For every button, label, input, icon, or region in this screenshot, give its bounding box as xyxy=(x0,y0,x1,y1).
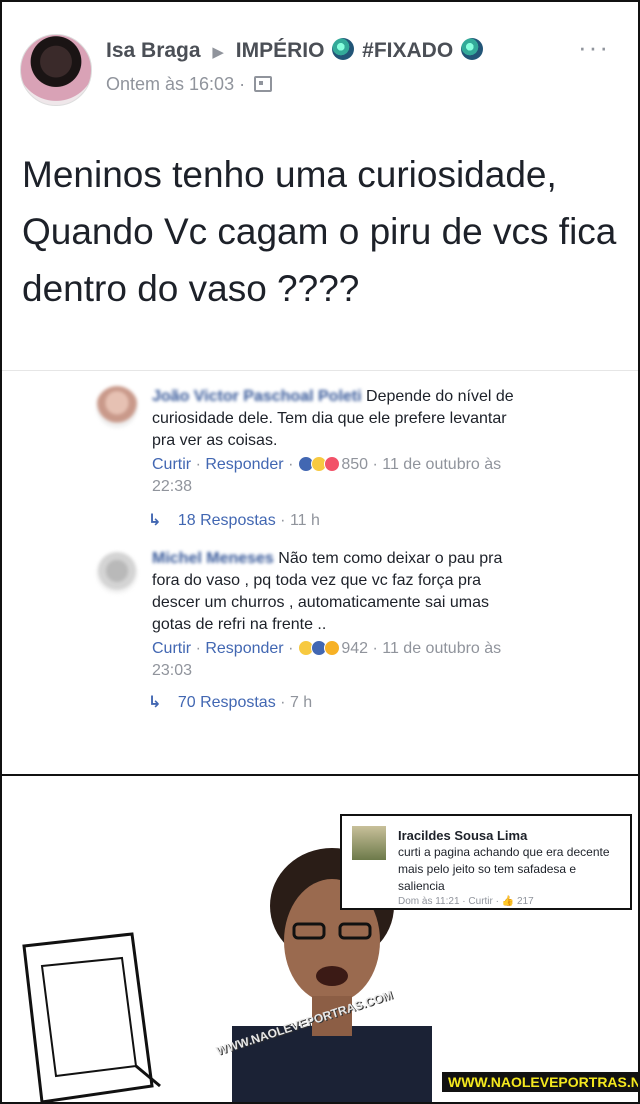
post-text: Meninos tenho uma curiosidade, Quando Vc… xyxy=(22,154,617,309)
thumbs-up-icon: 👍 xyxy=(501,896,515,907)
globe-icon xyxy=(461,38,484,60)
author-line: Isa Braga ▶ IMPÉRIO #FIXADO xyxy=(106,38,485,63)
reaction-count[interactable]: 850 xyxy=(341,456,368,473)
replies-link[interactable]: ↳ 18 Respostas · 11 h xyxy=(148,510,320,530)
meme-panel: WWW.NAOLEVEPORTRAS.COM Iracildes Sousa L… xyxy=(2,774,638,1102)
replies-link[interactable]: ↳ 70 Respostas · 7 h xyxy=(148,692,312,712)
inset-avatar xyxy=(352,826,386,860)
comment-meta: Curtir · Responder · 850 · 11 de outubro… xyxy=(152,454,542,498)
divider xyxy=(2,370,638,371)
triangle-right-icon: ▶ xyxy=(212,44,224,61)
computer-monitor-drawing xyxy=(22,932,161,1102)
separator-dot: · xyxy=(288,456,298,473)
inset-like: Curtir xyxy=(468,896,493,907)
reply-link[interactable]: Responder xyxy=(205,456,283,473)
post-time[interactable]: Ontem às 16:03 xyxy=(106,74,234,94)
group-name[interactable]: IMPÉRIO xyxy=(236,39,325,62)
post-timestamp[interactable]: Ontem às 16:03 · xyxy=(106,74,273,95)
separator-dot: · xyxy=(195,640,206,657)
inset-comment-meta: Dom às 11:21 · Curtir · 👍 217 xyxy=(398,896,534,907)
inset-commenter-name: Iracildes Sousa Lima xyxy=(398,828,528,843)
separator-dot: · xyxy=(195,456,206,473)
replies-count[interactable]: 18 Respostas xyxy=(178,512,276,529)
post-header: Isa Braga ▶ IMPÉRIO #FIXADO Ontem às 16:… xyxy=(2,2,638,132)
commenter-avatar[interactable] xyxy=(96,552,138,594)
photo-icon xyxy=(254,76,273,92)
separator-dot: · xyxy=(280,512,290,529)
separator-dot: · xyxy=(280,694,290,711)
comment-meta: Curtir · Responder · 942 · 11 de outubro… xyxy=(152,638,542,682)
globe-icon xyxy=(332,38,355,60)
inset-comment-card: Iracildes Sousa Lima curti a pagina acha… xyxy=(340,814,632,910)
commenter-name[interactable]: Michel Meneses xyxy=(152,550,274,567)
love-reaction-icon xyxy=(323,456,340,472)
replies-count[interactable]: 70 Respostas xyxy=(178,694,276,711)
separator-dot: · xyxy=(239,74,251,94)
commenter-name[interactable]: João Victor Paschoal Poleti xyxy=(152,388,362,405)
more-options-icon[interactable]: ··· xyxy=(578,32,610,63)
separator-dot: · xyxy=(288,640,298,657)
like-link[interactable]: Curtir xyxy=(152,456,191,473)
inset-comment-text: curti a pagina achando que era decente m… xyxy=(398,845,610,893)
inset-count: 217 xyxy=(516,896,534,907)
comments-section: João Victor Paschoal Poleti Depende do n… xyxy=(2,372,638,772)
site-watermark-badge: WWW.NAOLEVEPORTRAS.NET xyxy=(442,1072,638,1092)
replies-time: 7 h xyxy=(289,694,313,711)
inset-time: Dom às 11:21 xyxy=(398,896,460,907)
author-name[interactable]: Isa Braga xyxy=(106,39,201,62)
comment-body: João Victor Paschoal Poleti Depende do n… xyxy=(152,386,532,452)
separator-dot: · xyxy=(372,640,383,657)
screenshot-frame: Isa Braga ▶ IMPÉRIO #FIXADO Ontem às 16:… xyxy=(0,0,640,1104)
reaction-count[interactable]: 942 xyxy=(341,640,368,657)
separator-dot: · xyxy=(372,456,383,473)
like-link[interactable]: Curtir xyxy=(152,640,191,657)
commenter-avatar[interactable] xyxy=(96,386,138,428)
comment-body: Michel Meneses Não tem como deixar o pau… xyxy=(152,548,532,636)
replies-time: 11 h xyxy=(289,512,320,529)
group-tag[interactable]: #FIXADO xyxy=(362,39,453,62)
reply-link[interactable]: Responder xyxy=(205,640,283,657)
reply-arrow-icon: ↳ xyxy=(148,694,162,711)
wow-reaction-icon xyxy=(323,640,340,656)
reply-arrow-icon: ↳ xyxy=(148,512,162,529)
author-avatar[interactable] xyxy=(20,34,92,106)
